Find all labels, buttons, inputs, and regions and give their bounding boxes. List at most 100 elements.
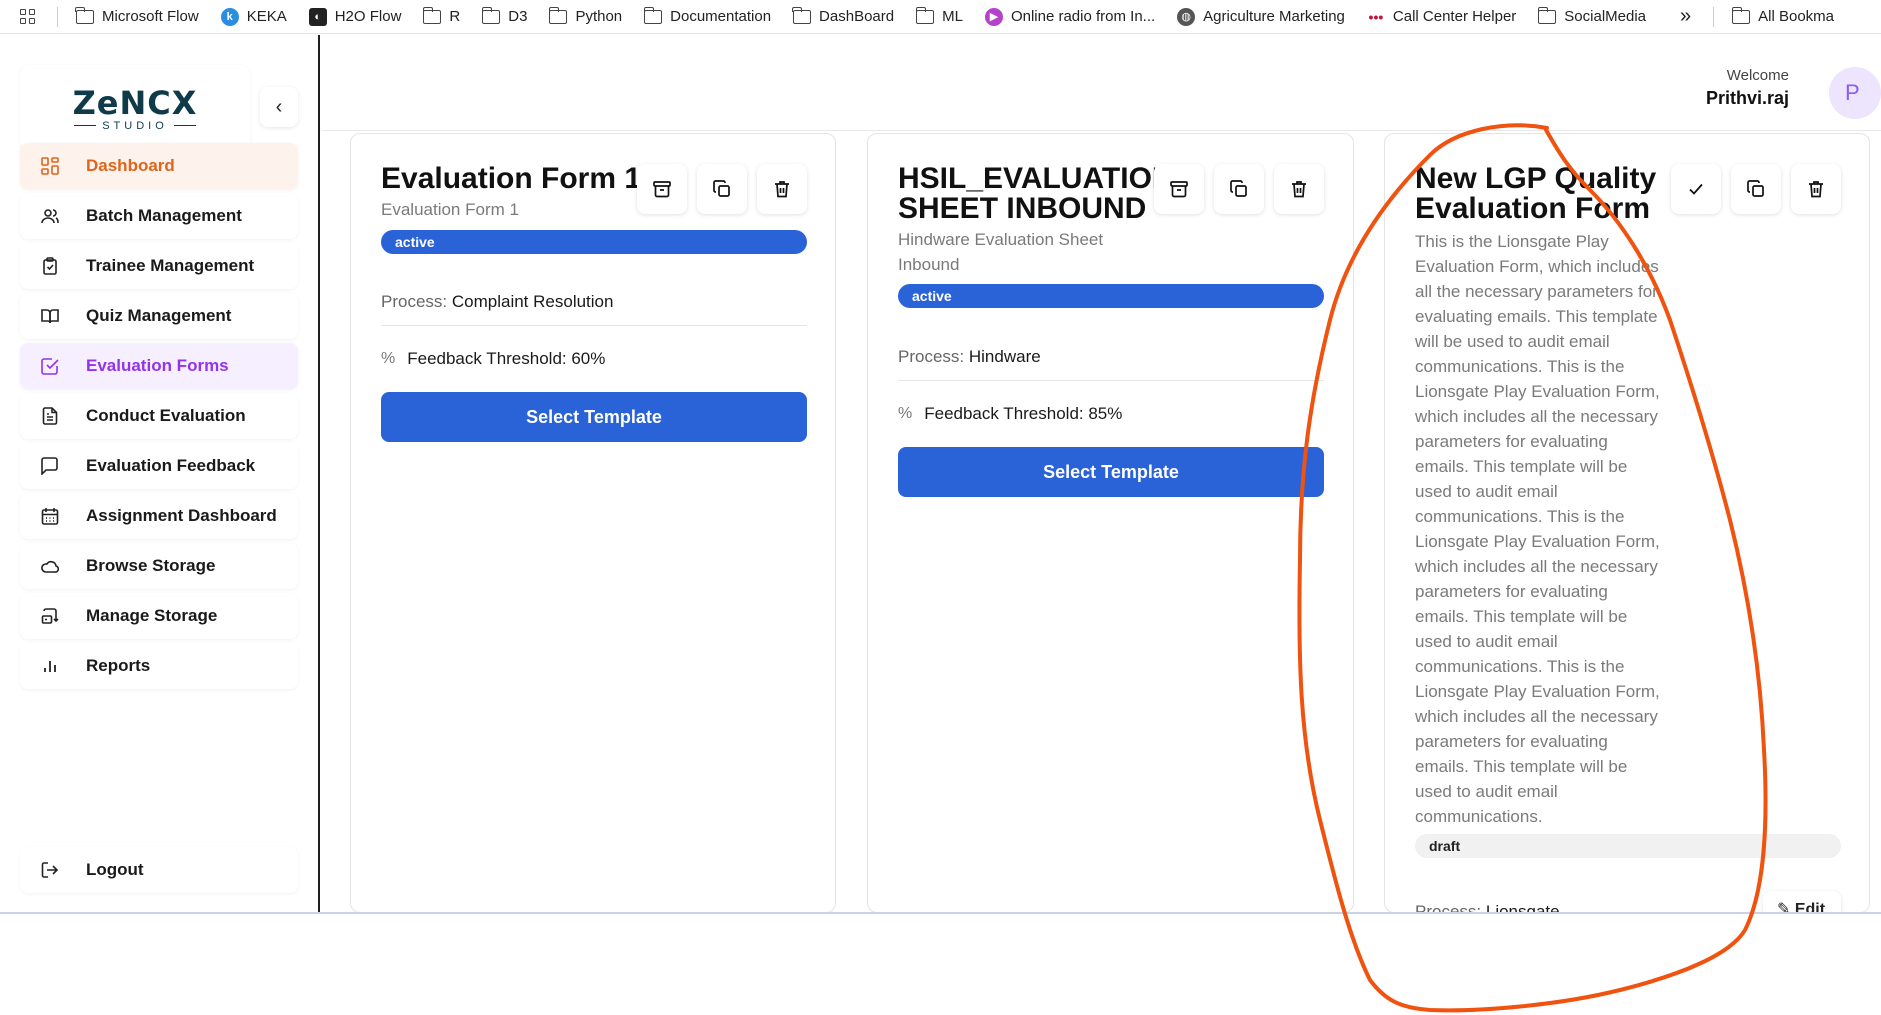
divider [381,325,807,326]
users-icon [40,206,60,226]
select-template-button[interactable]: Select Template [898,447,1324,497]
evaluation-form-card: Evaluation Form 1 Evaluation Form 1 acti… [350,133,836,913]
chevron-double-right-icon: » [1680,5,1692,27]
card-title: HSIL_EVALUATION SHEET INBOUND [898,162,1174,225]
status-badge: draft [1415,834,1841,858]
card-title: Evaluation Form 1 [381,162,642,195]
bookmark-socialmedia[interactable]: SocialMedia [1537,6,1646,25]
sidebar-item-trainee-management[interactable]: Trainee Management [20,243,298,289]
bookmark-h2o-flow[interactable]: ◐ H2O Flow [308,7,401,26]
radio-icon: ▶ [984,7,1003,26]
card-subtitle: Evaluation Form 1 [381,200,519,219]
card-description: This is the Lionsgate Play Evaluation Fo… [1415,232,1660,826]
user-greeting: Welcome Prithvi.raj [1706,67,1789,109]
bookmarks-overflow-button[interactable]: » [1680,5,1691,28]
delete-button[interactable] [1274,164,1324,214]
all-bookmarks-button[interactable]: All Bookma [1731,6,1834,25]
h2o-icon: ◐ [308,7,327,26]
bookmark-dashboard[interactable]: DashBoard [792,6,894,25]
card-title: New LGP Quality Evaluation Form [1415,162,1657,225]
sidebar-item-manage-storage[interactable]: Manage Storage [20,593,298,639]
logout-label: Logout [86,860,144,879]
sidebar-item-dashboard[interactable]: Dashboard [20,143,298,189]
bookmark-ml[interactable]: ML [915,6,963,25]
card-actions [1154,164,1324,214]
sidebar-item-label: Conduct Evaluation [86,406,246,425]
archive-icon [1170,181,1188,198]
bookmark-documentation[interactable]: Documentation [643,6,771,25]
globe-icon: ◍ [1177,7,1196,26]
sidebar-item-label: Reports [86,656,151,675]
bookmark-python[interactable]: Python [548,6,622,25]
logout-section: Logout [20,847,298,897]
apps-icon[interactable] [20,9,35,24]
delete-button[interactable] [757,164,807,214]
divider [898,380,1324,381]
sidebar-item-batch-management[interactable]: Batch Management [20,193,298,239]
process-info: Process: Complaint Resolution [381,292,614,311]
sidebar-item-browse-storage[interactable]: Browse Storage [20,543,298,589]
card-actions [1671,164,1841,214]
evaluation-form-card: New LGP Quality Evaluation Form This is t… [1384,133,1870,931]
folder-icon [1537,6,1557,24]
folder-icon [481,6,501,24]
storage-icon [40,606,60,626]
bookmark-online-radio[interactable]: ▶ Online radio from In... [984,7,1155,26]
logo-subtext: STUDIO [74,120,196,132]
sidebar-item-label: Quiz Management [86,306,232,325]
keka-icon: k [220,7,239,26]
bookmark-d3[interactable]: D3 [481,6,527,25]
bookmark-r[interactable]: R [422,6,460,25]
sidebar-item-quiz-management[interactable]: Quiz Management [20,293,298,339]
folder-icon [548,6,568,24]
user-name: Prithvi.raj [1705,88,1789,108]
message-icon [40,456,60,476]
delete-button[interactable] [1791,164,1841,214]
bookmarks-bar: Microsoft Flow k KEKA ◐ H2O Flow R D3 Pyth… [0,0,1881,34]
duplicate-button[interactable] [1214,164,1264,214]
sidebar-item-label: Assignment Dashboard [86,506,277,525]
welcome-label: Welcome [1726,67,1789,84]
collapse-sidebar-button[interactable]: ‹ [260,87,298,127]
sidebar-item-label: Evaluation Feedback [86,456,256,475]
trash-icon [1809,181,1823,198]
folder-icon [915,6,935,24]
feedback-threshold: % Feedback Threshold: 85% [898,404,1123,423]
check-icon [1689,183,1703,195]
logout-icon [40,860,60,880]
sidebar-item-evaluation-feedback[interactable]: Evaluation Feedback [20,443,298,489]
sidebar-item-label: Manage Storage [86,606,218,625]
publish-button[interactable] [1671,164,1721,214]
sidebar-item-label: Trainee Management [86,256,255,275]
status-badge: active [381,230,807,254]
archive-button[interactable] [1154,164,1204,214]
sidebar-item-reports[interactable]: Reports [20,643,298,689]
calendar-icon [40,506,60,526]
sidebar-item-assignment-dashboard[interactable]: Assignment Dashboard [20,493,298,539]
card-actions [637,164,807,214]
bar-chart-icon [40,656,60,676]
bookmark-agriculture-marketing[interactable]: ◍ Agriculture Marketing [1177,7,1345,26]
bookmark-keka[interactable]: k KEKA [220,7,287,26]
archive-button[interactable] [637,164,687,214]
bookmark-microsoft-flow[interactable]: Microsoft Flow [75,6,199,25]
avatar[interactable]: P [1829,67,1881,119]
trash-icon [775,181,789,198]
sidebar-item-conduct-evaluation[interactable]: Conduct Evaluation [20,393,298,439]
sidebar-item-label: Dashboard [86,156,175,175]
duplicate-button[interactable] [697,164,747,214]
duplicate-button[interactable] [1731,164,1781,214]
sidebar: ZeNCX STUDIO ‹ Dashboard Batch Managemen… [0,35,320,912]
dashboard-icon [40,156,60,176]
folder-icon [792,6,812,24]
logo[interactable]: ZeNCX STUDIO [20,65,250,150]
percent-icon: % [381,350,396,367]
clipboard-icon [40,256,60,276]
logo-text: ZeNCX [72,83,198,122]
copy-icon [1230,180,1247,197]
select-template-button[interactable]: Select Template [381,392,807,442]
logout-button[interactable]: Logout [20,847,298,893]
bookmark-call-center-helper[interactable]: ••• Call Center Helper [1367,8,1517,26]
bookmarks-separator-2 [1713,6,1715,27]
sidebar-item-evaluation-forms[interactable]: Evaluation Forms [20,343,298,389]
